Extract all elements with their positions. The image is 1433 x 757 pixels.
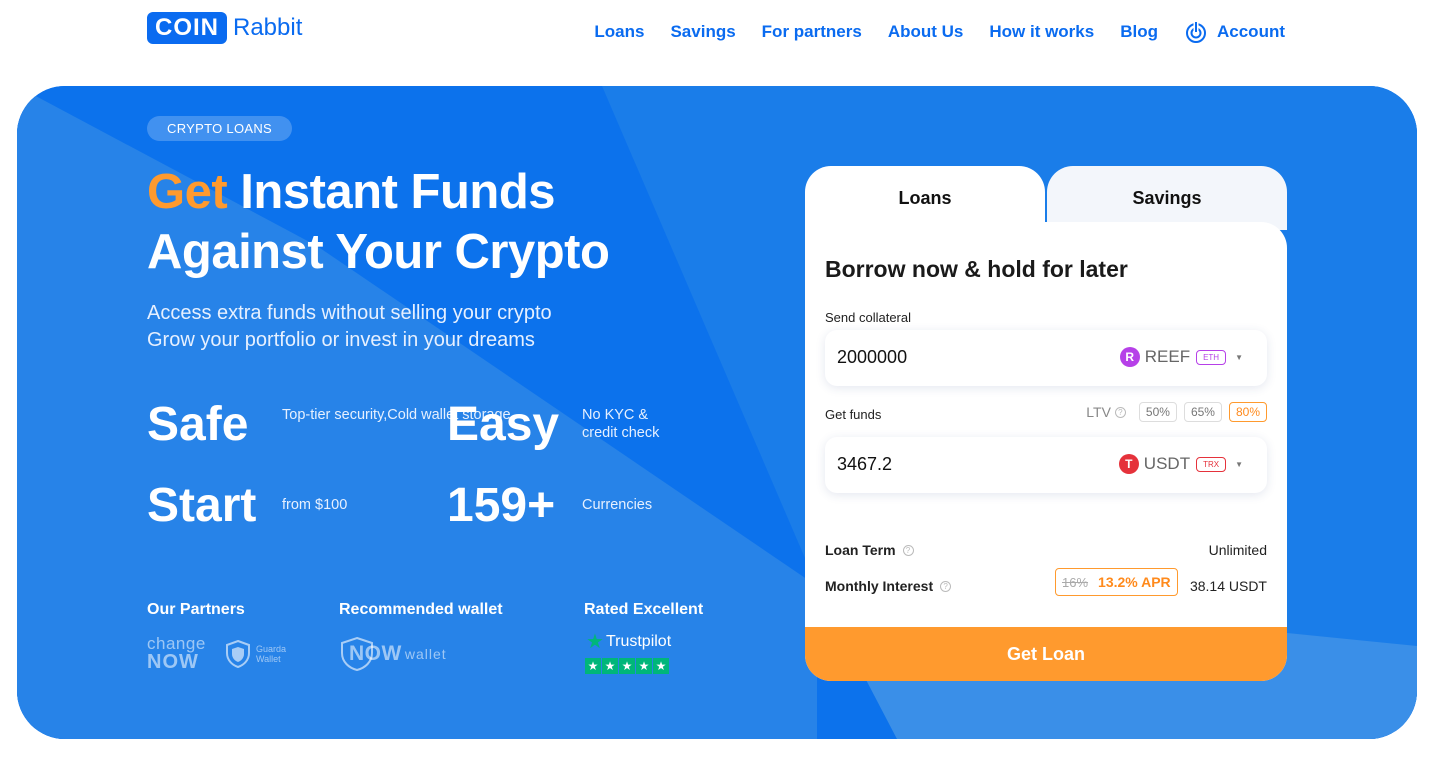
stat-safe: Safe (147, 398, 248, 452)
hero-section: CRYPTO LOANS Get Instant Funds Against Y… (17, 86, 1417, 739)
trustpilot-star-icon: ★ (586, 631, 604, 653)
chevron-down-icon: ▼ (1235, 352, 1243, 362)
send-collateral-input[interactable]: 2000000 (837, 347, 907, 368)
stat-safe-desc-line1: Top-tier security, (282, 407, 388, 423)
rated-excellent-title: Rated Excellent (584, 601, 704, 618)
guarda-wallet-logo[interactable]: Guarda Wallet (225, 640, 286, 668)
nav-account[interactable]: Account (1184, 20, 1285, 44)
help-icon[interactable]: ? (940, 580, 952, 592)
hero-subtext: Access extra funds without selling your … (147, 300, 552, 354)
nav-savings[interactable]: Savings (670, 21, 735, 43)
get-funds-input[interactable]: 3467.2 (837, 454, 892, 475)
collateral-coin-select[interactable]: R REEF ETH ▼ (1119, 347, 1243, 367)
crypto-loans-tag: CRYPTO LOANS (147, 116, 292, 141)
guarda-word1: Guarda (256, 644, 287, 654)
stat-easy-title: Easy (447, 398, 560, 451)
nav-loans[interactable]: Loans (594, 21, 644, 43)
rating-star-icon: ★ (636, 658, 652, 674)
headline-part1: Instant Funds (227, 165, 556, 219)
collateral-coin-name: REEF (1144, 347, 1191, 366)
stat-start: Start (147, 479, 256, 533)
send-collateral-field: 2000000 R REEF ETH ▼ (825, 330, 1267, 386)
nav-how-it-works[interactable]: How it works (989, 21, 1094, 43)
trustpilot-logo[interactable]: ★ Trustpilot (586, 629, 671, 654)
site-header: COIN Rabbit Loans Savings For partners A… (0, 0, 1433, 70)
stat-easy-desc-line2: credit check (582, 425, 660, 441)
trustpilot-label: Trustpilot (605, 632, 672, 650)
changenow-bottom: NOW (147, 651, 199, 673)
hero-headline: Get Instant Funds Against Your Crypto (147, 162, 610, 282)
stat-currencies: 159+ (447, 479, 555, 533)
get-funds-field: 3467.2 T USDT TRX ▼ (825, 437, 1267, 493)
account-power-icon (1186, 22, 1206, 43)
logo-box: COIN (147, 12, 227, 44)
calculator-title: Borrow now & hold for later (825, 256, 1128, 282)
partners-title: Our Partners (147, 601, 245, 618)
monthly-interest-label: Monthly Interest ? (825, 578, 952, 594)
stat-easy-desc-line1: No KYC & (582, 407, 649, 423)
coinrabbit-logo[interactable]: COIN Rabbit (147, 12, 302, 44)
tab-savings[interactable]: Savings (1047, 166, 1287, 230)
headline-part2: Against Your Crypto (147, 225, 610, 279)
calculator-body: Borrow now & hold for later Send collate… (805, 222, 1287, 681)
stat-easy-desc: No KYC & credit check (582, 406, 659, 442)
changenow-top: change (147, 634, 206, 653)
guarda-word2: Wallet (256, 654, 281, 664)
guarda-shield-icon (226, 640, 250, 668)
collateral-network-badge: ETH (1196, 349, 1227, 365)
rating-star-icon: ★ (602, 658, 618, 674)
trustpilot-rating-stars: ★ ★ ★ ★ ★ (585, 658, 669, 674)
send-collateral-label: Send collateral (825, 310, 911, 325)
stat-start-title: Start (147, 479, 257, 532)
tab-loans[interactable]: Loans (805, 166, 1045, 230)
account-label: Account (1217, 22, 1285, 41)
chevron-down-icon: ▼ (1235, 459, 1243, 469)
nav-about-us[interactable]: About Us (888, 21, 964, 43)
main-nav: Loans Savings For partners About Us How … (568, 20, 1285, 44)
apr-rate-box: 16% 13.2% APR (1055, 568, 1178, 596)
subtext-line2: Grow your portfolio or invest in your dr… (147, 329, 535, 351)
monthly-interest-value: 38.14 USDT (1189, 578, 1267, 594)
stat-easy: Easy (447, 398, 559, 452)
monthly-interest-text: Monthly Interest (825, 578, 934, 594)
loan-term-text: Loan Term (825, 542, 896, 558)
ltv-label: LTV (1086, 404, 1111, 420)
rating-star-icon: ★ (619, 658, 635, 674)
new-rate: 13.2% APR (1098, 574, 1171, 590)
help-icon[interactable]: ? (902, 544, 914, 556)
help-icon[interactable]: ? (1114, 406, 1126, 418)
loan-calculator-card: Loans Savings Borrow now & hold for late… (805, 166, 1287, 681)
stat-currencies-title: 159+ (447, 479, 556, 532)
funds-network-badge: TRX (1196, 456, 1227, 472)
funds-coin-select[interactable]: T USDT TRX ▼ (1118, 454, 1243, 474)
ltv-option-65[interactable]: 65% (1183, 402, 1222, 422)
now-wallet-now: NOW (349, 642, 402, 665)
nav-for-partners[interactable]: For partners (762, 21, 862, 43)
nav-blog[interactable]: Blog (1120, 21, 1158, 43)
usdt-coin-icon: T (1118, 454, 1139, 474)
get-loan-button[interactable]: Get Loan (805, 627, 1287, 681)
rating-star-icon: ★ (585, 658, 601, 674)
funds-coin-name: USDT (1143, 454, 1191, 473)
ltv-option-50[interactable]: 50% (1138, 402, 1177, 422)
recommended-wallet-title: Recommended wallet (339, 601, 503, 618)
stat-currencies-desc: Currencies (582, 497, 653, 513)
get-funds-label: Get funds (825, 407, 882, 422)
changenow-logo[interactable]: change NOW (147, 634, 206, 673)
reef-coin-icon: R (1119, 347, 1140, 367)
ltv-selector: LTV ? 50% 65% 80% (1086, 402, 1267, 422)
now-wallet-logo[interactable]: NOW wallet (339, 636, 447, 672)
logo-text: Rabbit (233, 14, 303, 41)
subtext-line1: Access extra funds without selling your … (147, 302, 552, 324)
stat-safe-title: Safe (147, 398, 249, 451)
old-rate: 16% (1062, 574, 1089, 590)
loan-term-label: Loan Term ? (825, 542, 914, 558)
rating-star-icon: ★ (653, 658, 669, 674)
headline-accent: Get (147, 165, 228, 219)
loan-term-value: Unlimited (1208, 542, 1267, 558)
ltv-option-80[interactable]: 80% (1228, 402, 1267, 422)
stat-start-desc: from $100 (282, 497, 348, 513)
now-wallet-word: wallet (404, 646, 447, 662)
